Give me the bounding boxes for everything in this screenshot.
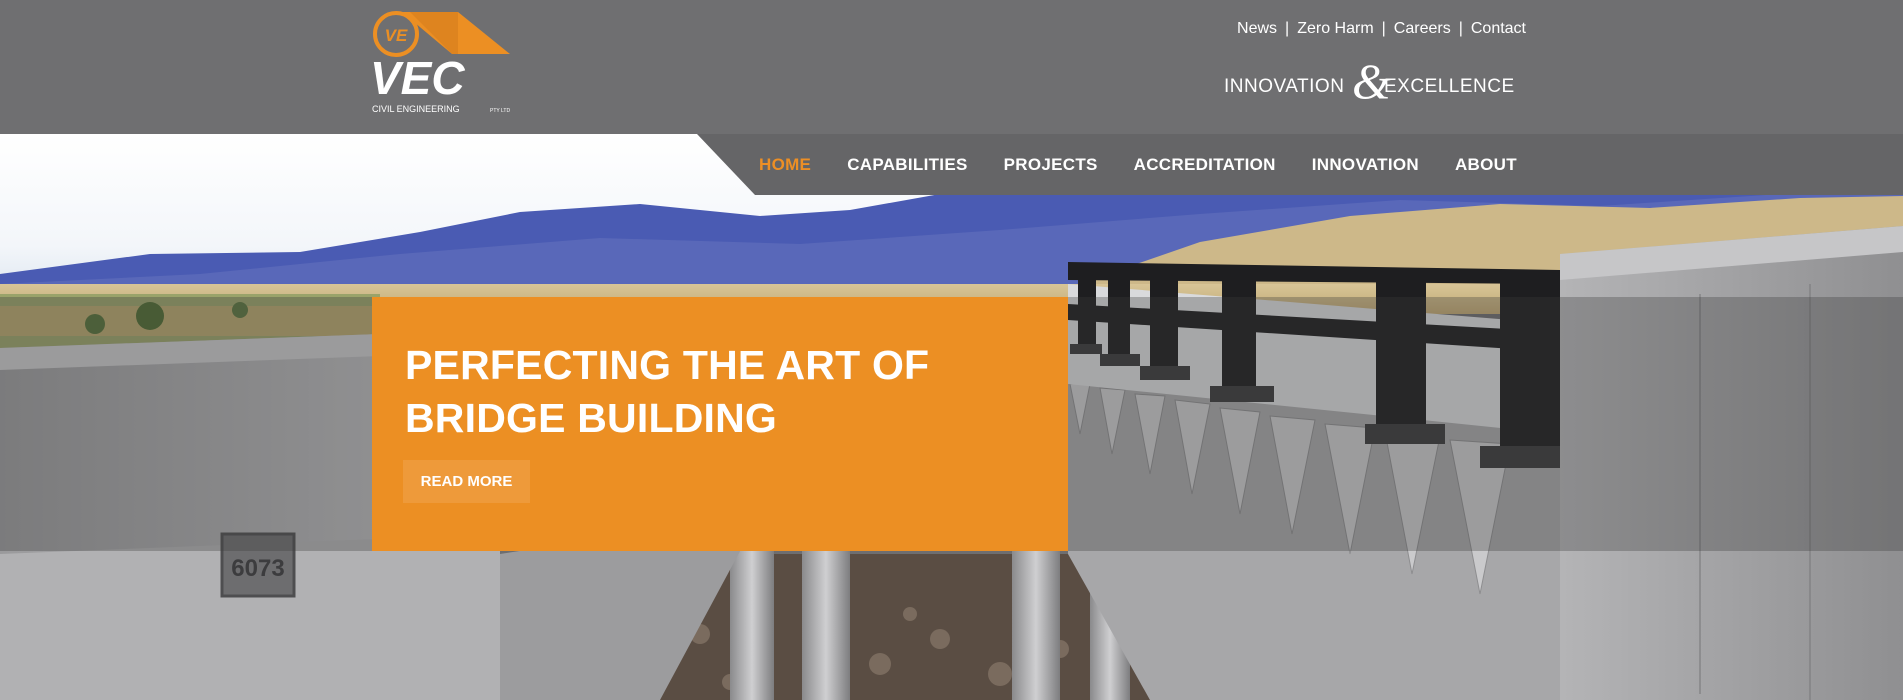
tagline-innovation: INNOVATION: [1224, 76, 1344, 97]
hero-headline: PERFECTING THE ART OF BRIDGE BUILDING: [405, 342, 930, 441]
vec-logo[interactable]: VE VEC CIVIL ENGINEERING PTY LTD: [370, 8, 515, 118]
nav-item-capabilities[interactable]: CAPABILITIES: [847, 155, 967, 175]
read-more-button[interactable]: READ MORE: [403, 460, 530, 503]
nav-item-home[interactable]: HOME: [759, 155, 811, 175]
main-nav: HOME CAPABILITIES PROJECTS ACCREDITATION…: [697, 134, 1903, 195]
tagline-excellence: EXCELLENCE: [1384, 76, 1515, 97]
logo-monogram: VE: [385, 26, 408, 45]
util-link-zero-harm[interactable]: Zero Harm: [1297, 20, 1373, 38]
hero-callout: PERFECTING THE ART OF BRIDGE BUILDING RE…: [372, 297, 1068, 551]
plaque-text: 6073: [231, 555, 284, 582]
util-separator: |: [1381, 20, 1386, 37]
util-separator: |: [1458, 20, 1463, 37]
logo-subtitle-small: PTY LTD: [490, 108, 510, 114]
logo-wordmark: VEC: [370, 52, 465, 104]
utility-nav: News | Zero Harm | Careers | Contact: [1237, 20, 1526, 38]
logo-subtitle: CIVIL ENGINEERING: [372, 104, 460, 114]
nav-item-about[interactable]: ABOUT: [1455, 155, 1517, 175]
util-link-contact[interactable]: Contact: [1471, 20, 1526, 38]
util-separator: |: [1285, 20, 1290, 37]
util-link-careers[interactable]: Careers: [1394, 20, 1451, 38]
util-link-news[interactable]: News: [1237, 20, 1277, 38]
site-header: VE VEC CIVIL ENGINEERING PTY LTD News | …: [0, 0, 1903, 134]
nav-item-innovation[interactable]: INNOVATION: [1312, 155, 1419, 175]
nav-item-projects[interactable]: PROJECTS: [1004, 155, 1098, 175]
tagline: INNOVATION & EXCELLENCE: [1224, 56, 1515, 109]
nav-item-accreditation[interactable]: ACCREDITATION: [1134, 155, 1276, 175]
